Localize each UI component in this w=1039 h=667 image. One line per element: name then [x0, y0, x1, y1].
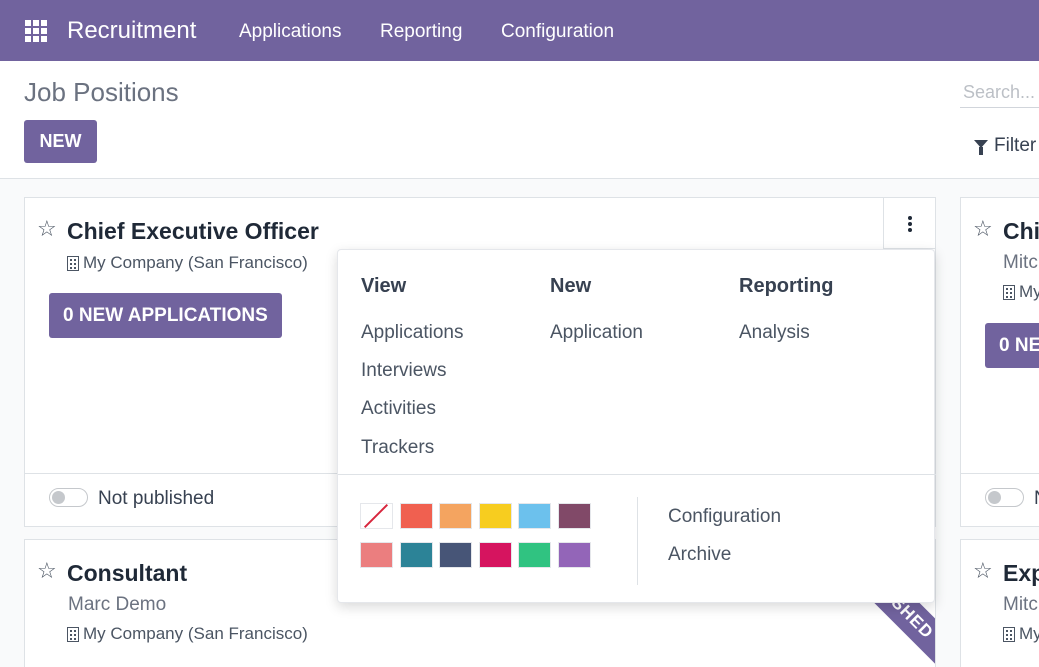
star-icon[interactable]: ☆ [973, 558, 993, 584]
publish-toggle[interactable] [49, 488, 88, 507]
menu-item-archive[interactable]: Archive [668, 544, 731, 566]
menu-item-trackers[interactable]: Trackers [361, 437, 434, 459]
building-icon [1003, 626, 1015, 642]
menu-item-new-application[interactable]: Application [550, 322, 643, 344]
dropdown-header-view: View [361, 275, 407, 297]
color-swatch[interactable] [439, 542, 472, 568]
company-label: My Company (San Francisco) [67, 624, 308, 644]
star-icon[interactable]: ☆ [973, 216, 993, 242]
building-icon [67, 255, 79, 271]
funnel-icon [974, 140, 988, 155]
color-swatch[interactable] [399, 542, 433, 568]
company-label: My [1003, 282, 1039, 302]
search-input[interactable] [960, 72, 1039, 108]
app-grid-icon[interactable] [25, 20, 47, 42]
card-menu-button[interactable] [883, 198, 935, 249]
color-swatch[interactable] [557, 503, 591, 529]
company-label: My [1003, 624, 1039, 644]
building-icon [67, 626, 79, 642]
menu-item-activities[interactable]: Activities [361, 398, 436, 420]
menu-item-applications[interactable]: Applications [361, 322, 463, 344]
dropdown-header-reporting: Reporting [739, 275, 834, 297]
kebab-icon [908, 216, 912, 232]
control-panel: Job Positions NEW Filter [0, 61, 1039, 179]
app-brand[interactable]: Recruitment [67, 17, 196, 45]
publish-status: N [1034, 488, 1039, 510]
publish-status: Not published [98, 488, 215, 509]
building-icon [1003, 284, 1015, 300]
new-button[interactable]: NEW [24, 120, 97, 163]
job-title[interactable]: Chief Executive Officer [67, 218, 319, 245]
job-title[interactable]: Consultant [67, 560, 187, 587]
new-applications-button[interactable]: 0 NEW APPLICATIONS [49, 293, 282, 338]
menu-item-interviews[interactable]: Interviews [361, 360, 447, 382]
color-swatch[interactable] [518, 503, 551, 529]
job-title[interactable]: Chi [1003, 218, 1039, 245]
filter-label: Filter [994, 135, 1037, 156]
color-swatch[interactable] [439, 503, 472, 529]
star-icon[interactable]: ☆ [37, 216, 57, 242]
card-dropdown-menu: View New Reporting Applications Intervie… [337, 249, 936, 603]
dropdown-header-new: New [550, 275, 592, 297]
card-footer: N [961, 473, 1039, 527]
color-swatch[interactable] [518, 542, 551, 568]
recruiter-name: Marc Demo [68, 594, 167, 615]
publish-toggle[interactable] [985, 488, 1024, 507]
nav-applications[interactable]: Applications [239, 21, 341, 43]
company-label: My Company (San Francisco) [67, 253, 308, 273]
menu-item-analysis[interactable]: Analysis [739, 322, 810, 344]
color-swatch[interactable] [399, 503, 433, 529]
dropdown-divider [338, 474, 936, 475]
star-icon[interactable]: ☆ [37, 558, 57, 584]
recruiter-name: Mitc [1003, 594, 1038, 615]
color-swatch[interactable] [360, 542, 393, 568]
recruiter-name: Mitc [1003, 252, 1038, 273]
job-card[interactable]: ☆ Exp Mitc My [960, 539, 1039, 667]
color-swatch[interactable] [557, 542, 591, 568]
nav-configuration[interactable]: Configuration [501, 21, 614, 43]
job-card[interactable]: ☆ Chi Mitc My 0 NE N [960, 197, 1039, 527]
job-title[interactable]: Exp [1003, 560, 1039, 587]
top-navbar: Recruitment Applications Reporting Confi… [0, 0, 1039, 61]
dropdown-vertical-divider [637, 497, 638, 585]
color-swatch[interactable] [478, 503, 512, 529]
color-swatch-none[interactable] [360, 503, 393, 529]
color-swatch[interactable] [478, 542, 512, 568]
filter-toggle[interactable]: Filter [974, 135, 1036, 157]
page-title: Job Positions [24, 77, 179, 107]
menu-item-configuration[interactable]: Configuration [668, 506, 781, 528]
nav-reporting[interactable]: Reporting [380, 21, 462, 43]
new-applications-button[interactable]: 0 NE [985, 323, 1039, 368]
